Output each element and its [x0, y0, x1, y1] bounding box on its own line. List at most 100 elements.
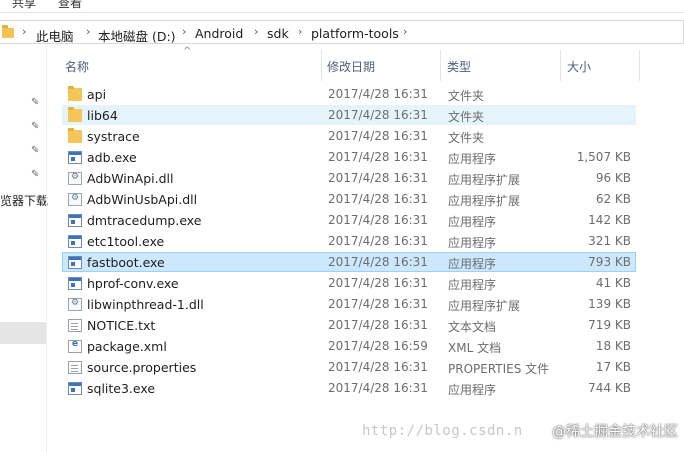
column-header-date[interactable]: 修改日期 — [327, 58, 375, 75]
dll-icon — [68, 193, 82, 206]
ribbon-tab-share[interactable]: 共享 — [12, 0, 36, 11]
file-row-selected[interactable]: fastboot.exe 2017/4/28 16:31 应用程序 793 KB — [62, 252, 636, 272]
file-date: 2017/4/28 16:31 — [328, 192, 428, 206]
sort-ascending-icon: ^ — [183, 46, 192, 57]
pin-icon[interactable]: ✎ — [31, 170, 41, 180]
column-divider[interactable] — [639, 50, 640, 81]
file-date: 2017/4/28 16:31 — [328, 150, 428, 164]
chevron-right-icon[interactable]: › — [254, 25, 258, 38]
ribbon-tab-view[interactable]: 查看 — [58, 0, 82, 11]
file-type: 应用程序扩展 — [448, 194, 521, 208]
file-name: libwinpthread-1.dll — [87, 297, 204, 312]
file-type: 文本文档 — [448, 320, 497, 334]
file-name: lib64 — [87, 108, 118, 123]
file-row[interactable]: api 2017/4/28 16:31 文件夹 — [62, 84, 636, 104]
watermark-brand: @稀土掘金技术社区 — [552, 424, 678, 440]
file-date: 2017/4/28 16:31 — [328, 234, 428, 248]
file-row[interactable]: systrace 2017/4/28 16:31 文件夹 — [62, 126, 636, 146]
column-header-name[interactable]: 名称 — [65, 58, 89, 75]
pin-icon[interactable]: ✎ — [31, 98, 41, 108]
file-row[interactable]: AdbWinApi.dll 2017/4/28 16:31 应用程序扩展 96 … — [62, 168, 636, 188]
pane-splitter[interactable] — [46, 46, 47, 452]
file-type: 文件夹 — [448, 89, 485, 103]
nav-item-downloads[interactable]: 览器下载 — [0, 192, 48, 209]
file-row[interactable]: libwinpthread-1.dll 2017/4/28 16:31 应用程序… — [62, 294, 636, 314]
column-header-size[interactable]: 大小 — [567, 58, 591, 75]
file-size: 96 KB — [595, 171, 631, 185]
file-size: 17 KB — [595, 360, 631, 374]
file-row[interactable]: NOTICE.txt 2017/4/28 16:31 文本文档 719 KB — [62, 315, 636, 335]
file-type: 应用程序扩展 — [448, 299, 521, 313]
exe-icon — [68, 256, 82, 269]
folder-icon — [68, 128, 82, 143]
column-divider[interactable] — [440, 50, 441, 81]
file-name: api — [87, 87, 107, 102]
file-date: 2017/4/28 16:31 — [328, 360, 428, 374]
file-size: 62 KB — [595, 192, 631, 206]
column-header-type[interactable]: 类型 — [447, 58, 471, 75]
file-row[interactable]: etc1tool.exe 2017/4/28 16:31 应用程序 321 KB — [62, 231, 636, 251]
file-type: 应用程序 — [448, 257, 497, 271]
file-row[interactable]: source.properties 2017/4/28 16:31 PROPER… — [62, 357, 636, 377]
file-size: 18 KB — [595, 339, 631, 353]
document-icon — [68, 361, 82, 374]
chevron-right-icon[interactable]: › — [403, 25, 407, 38]
file-row[interactable]: hprof-conv.exe 2017/4/28 16:31 应用程序 41 K… — [62, 273, 636, 293]
column-divider[interactable] — [321, 50, 322, 81]
file-name: dmtracedump.exe — [87, 213, 202, 228]
text-document-icon — [68, 319, 82, 332]
breadcrumb-this-pc[interactable]: 此电脑 — [36, 26, 74, 45]
exe-icon — [68, 235, 82, 248]
file-row[interactable]: adb.exe 2017/4/28 16:31 应用程序 1,507 KB — [62, 147, 636, 167]
file-type: 应用程序 — [448, 152, 497, 166]
file-type: 文件夹 — [448, 131, 485, 145]
breadcrumb-platform-tools[interactable]: platform-tools — [311, 26, 399, 41]
breadcrumb-local-disk[interactable]: 本地磁盘 (D:) — [98, 26, 176, 45]
file-date: 2017/4/28 16:59 — [328, 339, 428, 353]
file-name: hprof-conv.exe — [87, 276, 179, 291]
file-row[interactable]: lib64 2017/4/28 16:31 文件夹 — [62, 105, 636, 125]
folder-icon — [2, 25, 14, 38]
file-size: 719 KB — [588, 318, 631, 332]
xml-document-icon — [68, 339, 82, 353]
file-date: 2017/4/28 16:31 — [328, 87, 428, 101]
file-type: XML 文档 — [448, 341, 502, 355]
file-name: NOTICE.txt — [87, 318, 156, 333]
address-box[interactable]: › 此电脑 › 本地磁盘 (D:) › Android › sdk › plat… — [0, 20, 684, 44]
chevron-right-icon[interactable]: › — [86, 25, 90, 38]
file-row[interactable]: dmtracedump.exe 2017/4/28 16:31 应用程序 142… — [62, 210, 636, 230]
file-size: 41 KB — [595, 276, 631, 290]
nav-item-selected[interactable] — [0, 322, 46, 344]
dll-icon — [68, 298, 82, 311]
file-date: 2017/4/28 16:31 — [328, 171, 428, 185]
file-size: 139 KB — [588, 297, 631, 311]
pin-icon[interactable]: ✎ — [31, 122, 41, 132]
chevron-right-icon[interactable]: › — [182, 25, 186, 38]
column-divider[interactable] — [560, 50, 561, 81]
file-date: 2017/4/28 16:31 — [328, 318, 428, 332]
file-name: fastboot.exe — [87, 255, 165, 270]
file-size: 793 KB — [588, 255, 631, 269]
file-type: 应用程序 — [448, 215, 497, 229]
address-bar[interactable]: › 此电脑 › 本地磁盘 (D:) › Android › sdk › plat… — [0, 18, 684, 46]
file-date: 2017/4/28 16:31 — [328, 213, 428, 227]
file-row[interactable]: sqlite3.exe 2017/4/28 16:31 应用程序 744 KB — [62, 378, 636, 398]
chevron-right-icon: › — [22, 25, 27, 38]
file-row[interactable]: package.xml 2017/4/28 16:59 XML 文档 18 KB — [62, 336, 636, 356]
file-size: 142 KB — [588, 213, 631, 227]
chevron-right-icon[interactable]: › — [298, 25, 302, 38]
file-row[interactable]: AdbWinUsbApi.dll 2017/4/28 16:31 应用程序扩展 … — [62, 189, 636, 209]
file-name: AdbWinApi.dll — [87, 171, 174, 186]
file-date: 2017/4/28 16:31 — [328, 297, 428, 311]
file-name: etc1tool.exe — [87, 234, 165, 249]
navigation-pane: ✎ ✎ ✎ ✎ 览器下载 — [0, 46, 48, 452]
breadcrumb-sdk[interactable]: sdk — [267, 26, 289, 41]
pin-icon[interactable]: ✎ — [31, 146, 41, 156]
ribbon-tab-strip: 共享 查看 — [0, 0, 684, 13]
file-size: 1,507 KB — [576, 150, 631, 164]
file-name: AdbWinUsbApi.dll — [87, 192, 198, 207]
file-date: 2017/4/28 16:31 — [328, 255, 428, 269]
exe-icon — [68, 382, 82, 395]
file-type: 应用程序 — [448, 383, 497, 397]
breadcrumb-android[interactable]: Android — [195, 26, 243, 41]
